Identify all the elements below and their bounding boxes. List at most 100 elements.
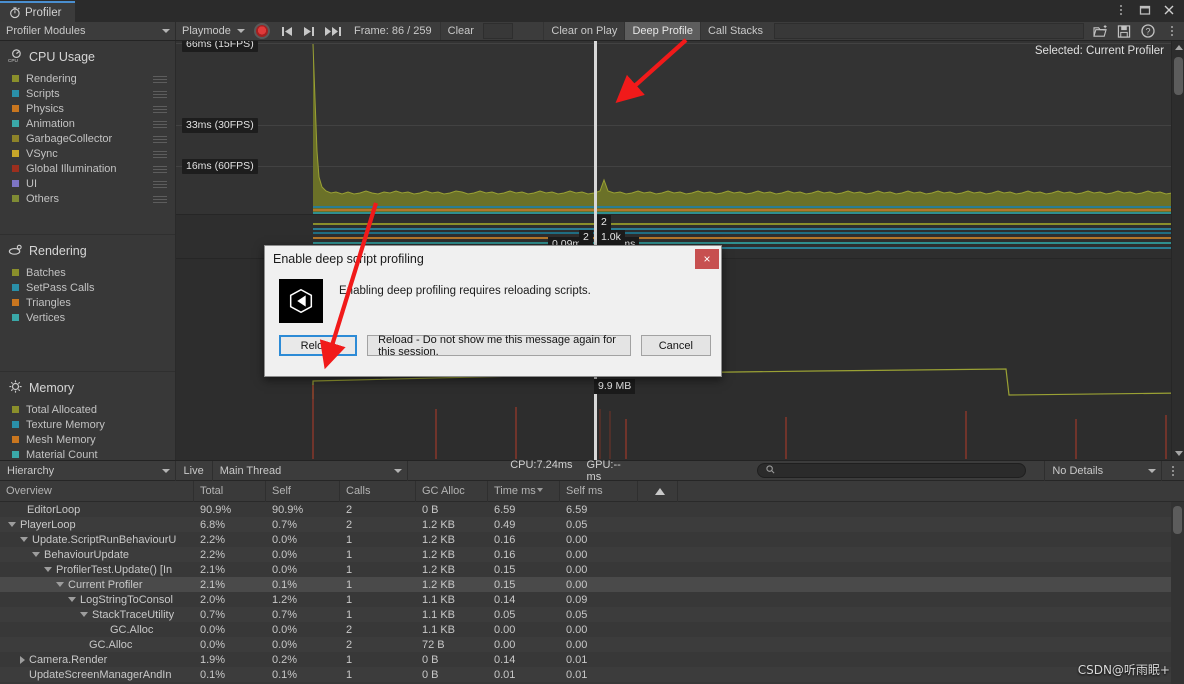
row-time: 0.16 bbox=[494, 533, 516, 546]
counter-others[interactable]: Others bbox=[0, 191, 175, 206]
next-frame-button[interactable] bbox=[298, 22, 320, 40]
column-header-calls[interactable]: Calls bbox=[340, 480, 416, 502]
charts-scrollbar[interactable] bbox=[1171, 41, 1184, 460]
save-icon[interactable] bbox=[1112, 22, 1136, 40]
column-header-sort-toggle[interactable] bbox=[638, 480, 678, 502]
table-row[interactable]: Update.ScriptRunBehaviourU 2.2% 0.0% 1 1… bbox=[0, 532, 1184, 547]
counter-batches[interactable]: Batches bbox=[0, 265, 175, 280]
counter-rendering[interactable]: Rendering bbox=[0, 71, 175, 86]
call-stacks-toggle[interactable]: Call Stacks bbox=[699, 22, 770, 40]
drag-handle-icon[interactable] bbox=[153, 106, 167, 115]
frame-stats: CPU:7.24ms GPU:--ms bbox=[510, 459, 635, 483]
scroll-up-icon[interactable] bbox=[1175, 45, 1183, 50]
counter-total-allocated[interactable]: Total Allocated bbox=[0, 402, 175, 417]
profiler-tab[interactable]: Profiler bbox=[0, 1, 76, 22]
charts-scrollbar-thumb[interactable] bbox=[1174, 57, 1183, 95]
drag-handle-icon[interactable] bbox=[153, 121, 167, 130]
color-swatch bbox=[12, 150, 19, 157]
table-row[interactable]: UpdateScreenManagerAndIn 0.1% 0.1% 1 0 B… bbox=[0, 667, 1184, 682]
cancel-button[interactable]: Cancel bbox=[640, 335, 711, 356]
playmode-dropdown[interactable]: Playmode bbox=[176, 22, 248, 40]
profiler-modules-dropdown[interactable]: Profiler Modules bbox=[0, 22, 176, 40]
last-frame-button[interactable] bbox=[320, 22, 346, 40]
hierarchy-options-icon[interactable] bbox=[1162, 462, 1184, 480]
column-header-self[interactable]: Self bbox=[266, 480, 340, 502]
twisty-expanded-icon[interactable] bbox=[44, 567, 52, 572]
twisty-collapsed-icon[interactable] bbox=[20, 655, 25, 664]
counter-setpass-calls[interactable]: SetPass Calls bbox=[0, 280, 175, 295]
help-icon[interactable]: ? bbox=[1136, 22, 1160, 40]
counter-vsync[interactable]: VSync bbox=[0, 146, 175, 161]
counter-ui[interactable]: UI bbox=[0, 176, 175, 191]
drag-handle-icon[interactable] bbox=[153, 181, 167, 190]
live-toggle[interactable]: Live bbox=[176, 460, 213, 481]
prev-frame-button[interactable] bbox=[276, 22, 298, 40]
counter-vertices[interactable]: Vertices bbox=[0, 310, 175, 325]
clear-button[interactable]: Clear bbox=[439, 22, 481, 40]
close-icon[interactable] bbox=[1162, 3, 1176, 17]
twisty-expanded-icon[interactable] bbox=[80, 612, 88, 617]
table-row-selected[interactable]: Current Profiler 2.1% 0.1% 1 1.2 KB 0.15… bbox=[0, 577, 1184, 592]
counter-physics[interactable]: Physics bbox=[0, 101, 175, 116]
counter-material-count[interactable]: Material Count bbox=[0, 447, 175, 460]
counter-mesh-memory[interactable]: Mesh Memory bbox=[0, 432, 175, 447]
thread-dropdown[interactable]: Main Thread bbox=[213, 460, 409, 481]
column-header-self-ms[interactable]: Self ms bbox=[560, 480, 638, 502]
table-row[interactable]: ProfilerTest.Update() [In 2.1% 0.0% 1 1.… bbox=[0, 562, 1184, 577]
module-rendering[interactable]: Rendering Batches SetPass Calls Triangle… bbox=[0, 235, 175, 372]
drag-handle-icon[interactable] bbox=[153, 91, 167, 100]
table-row[interactable]: Camera.Render 1.9% 0.2% 1 0 B 0.14 0.01 bbox=[0, 652, 1184, 667]
maximize-icon[interactable] bbox=[1138, 3, 1152, 17]
reload-button[interactable]: Reload bbox=[279, 335, 358, 356]
counter-animation[interactable]: Animation bbox=[0, 116, 175, 131]
details-dropdown[interactable]: No Details bbox=[1044, 460, 1163, 481]
table-row[interactable]: LogStringToConsol 2.0% 1.2% 1 1.1 KB 0.1… bbox=[0, 592, 1184, 607]
cpu-usage-chart[interactable]: 66ms (15FPS) 33ms (30FPS) 16ms (60FPS) S… bbox=[176, 41, 1184, 215]
reload-dont-show-button[interactable]: Reload - Do not show me this message aga… bbox=[367, 334, 631, 358]
load-icon[interactable] bbox=[1088, 22, 1112, 40]
search-input[interactable] bbox=[757, 463, 1027, 478]
twisty-expanded-icon[interactable] bbox=[8, 522, 16, 527]
table-row[interactable]: StackTraceUtility 0.7% 0.7% 1 1.1 KB 0.0… bbox=[0, 607, 1184, 622]
counter-triangles[interactable]: Triangles bbox=[0, 295, 175, 310]
clear-on-play-toggle[interactable]: Clear on Play bbox=[543, 22, 624, 40]
drag-handle-icon[interactable] bbox=[153, 151, 167, 160]
hierarchy-view-dropdown[interactable]: Hierarchy bbox=[0, 460, 176, 481]
twisty-expanded-icon[interactable] bbox=[20, 537, 28, 542]
deep-profile-toggle[interactable]: Deep Profile bbox=[624, 22, 700, 40]
hierarchy-table-scrollbar[interactable] bbox=[1171, 502, 1184, 684]
scroll-down-icon[interactable] bbox=[1175, 451, 1183, 456]
column-header-gc-alloc[interactable]: GC Alloc bbox=[416, 480, 488, 502]
drag-handle-icon[interactable] bbox=[153, 166, 167, 175]
module-cpu-usage[interactable]: CPU CPU Usage Rendering Scripts Physics bbox=[0, 41, 175, 235]
hierarchy-table-scrollbar-thumb[interactable] bbox=[1173, 506, 1182, 534]
drag-handle-icon[interactable] bbox=[153, 76, 167, 85]
table-row[interactable]: GC.Alloc 0.0% 0.0% 2 1.1 KB 0.00 0.00 bbox=[0, 622, 1184, 637]
record-button[interactable] bbox=[254, 23, 270, 39]
counter-texture-memory[interactable]: Texture Memory bbox=[0, 417, 175, 432]
counter-global-illumination[interactable]: Global Illumination bbox=[0, 161, 175, 176]
hierarchy-table-body[interactable]: EditorLoop 90.9% 90.9% 2 0 B 6.59 6.59 P… bbox=[0, 502, 1184, 684]
toolbar-options-icon[interactable] bbox=[1160, 22, 1184, 40]
window-menu-icon[interactable] bbox=[1114, 3, 1128, 17]
twisty-expanded-icon[interactable] bbox=[32, 552, 40, 557]
counter-scripts[interactable]: Scripts bbox=[0, 86, 175, 101]
table-row[interactable]: PlayerLoop 6.8% 0.7% 2 1.2 KB 0.49 0.05 bbox=[0, 517, 1184, 532]
module-memory[interactable]: Memory Total Allocated Texture Memory Me… bbox=[0, 372, 175, 460]
drag-handle-icon[interactable] bbox=[153, 136, 167, 145]
dialog-close-button[interactable]: × bbox=[695, 249, 719, 269]
column-header-time-ms[interactable]: Time ms bbox=[488, 480, 560, 502]
column-header-overview[interactable]: Overview bbox=[0, 480, 194, 502]
row-name: ProfilerTest.Update() [In bbox=[56, 563, 173, 576]
chevron-down-icon bbox=[1148, 468, 1157, 473]
column-header-total[interactable]: Total bbox=[194, 480, 266, 502]
twisty-expanded-icon[interactable] bbox=[56, 582, 64, 587]
table-row[interactable]: BehaviourUpdate 2.2% 0.0% 1 1.2 KB 0.16 … bbox=[0, 547, 1184, 562]
counter-garbagecollector[interactable]: GarbageCollector bbox=[0, 131, 175, 146]
table-row[interactable]: GC.Alloc 0.0% 0.0% 2 72 B 0.00 0.00 bbox=[0, 637, 1184, 652]
row-calls: 1 bbox=[346, 548, 353, 561]
drag-handle-icon[interactable] bbox=[153, 196, 167, 205]
table-row[interactable]: EditorLoop 90.9% 90.9% 2 0 B 6.59 6.59 bbox=[0, 502, 1184, 517]
frame-counter: Frame: 86 / 259 bbox=[354, 25, 432, 37]
twisty-expanded-icon[interactable] bbox=[68, 597, 76, 602]
